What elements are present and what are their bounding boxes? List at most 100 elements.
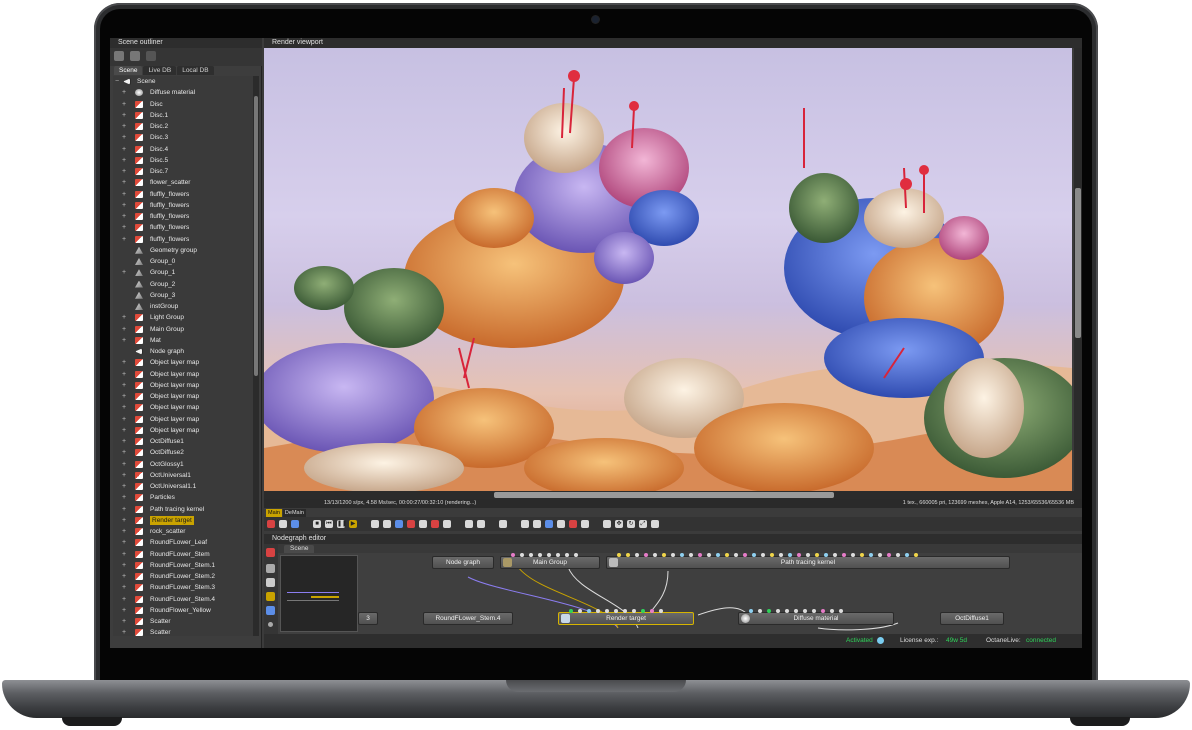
node-node-graph[interactable]: Node graph [432, 556, 494, 569]
expand-icon[interactable]: + [122, 492, 130, 503]
nodegraph-tab-scene[interactable]: Scene [284, 545, 315, 553]
copy-icon[interactable] [465, 520, 473, 528]
render-vertical-scroll-thumb[interactable] [1075, 188, 1081, 338]
expand-icon[interactable]: + [122, 481, 130, 492]
render-horizontal-scrollbar[interactable] [264, 491, 1082, 499]
render-priority-icon[interactable] [443, 520, 451, 528]
expand-icon[interactable]: + [122, 380, 130, 391]
tree-item[interactable]: + Disc [113, 99, 253, 110]
tree-item[interactable]: + OctDiffuse2 [113, 447, 253, 458]
expand-icon[interactable]: + [122, 627, 130, 636]
tree-item[interactable]: + Diffuse material [113, 87, 253, 98]
expand-icon[interactable]: + [122, 369, 130, 380]
camera-target-icon[interactable] [557, 520, 565, 528]
tree-item[interactable]: + Group_1 [113, 267, 253, 278]
tree-item[interactable]: + OctUniversal1.1 [113, 481, 253, 492]
expand-icon[interactable]: + [122, 357, 130, 368]
tree-item[interactable]: Node graph [113, 346, 253, 357]
nodegraph-minimap[interactable] [280, 555, 358, 632]
expand-icon[interactable]: + [122, 234, 130, 245]
tree-item[interactable]: + fluffly_flowers [113, 189, 253, 200]
expand-icon[interactable]: + [122, 537, 130, 548]
restart-icon[interactable]: ⏮ [325, 520, 333, 528]
expand-all-icon[interactable] [114, 51, 124, 61]
expand-icon[interactable]: + [122, 470, 130, 481]
expand-icon[interactable]: + [122, 414, 130, 425]
render-region-icon[interactable] [279, 520, 287, 528]
focus-picker-icon[interactable] [499, 520, 507, 528]
tree-item[interactable]: + RoundFLower_Stem.1 [113, 560, 253, 571]
node-diffuse-material[interactable]: Diffuse material [738, 609, 894, 625]
tree-item[interactable]: Geometry group [113, 245, 253, 256]
tree-item[interactable]: + Object layer map [113, 425, 253, 436]
lock-icon[interactable] [407, 520, 415, 528]
outliner-scroll-thumb[interactable] [254, 96, 258, 376]
expand-icon[interactable]: + [122, 110, 130, 121]
display-icon[interactable] [371, 520, 379, 528]
grid-icon[interactable] [266, 564, 275, 573]
tree-root-scene[interactable]: − Scene [113, 76, 253, 87]
tree-item[interactable]: + RoundFLower_Leaf [113, 537, 253, 548]
expand-icon[interactable]: + [122, 526, 130, 537]
collapse-all-icon[interactable] [130, 51, 140, 61]
tree-item[interactable]: Group_0 [113, 256, 253, 267]
collapse-icon[interactable]: − [115, 76, 123, 87]
tab-main[interactable]: Main [266, 509, 282, 517]
expand-icon[interactable]: + [122, 447, 130, 458]
move-icon[interactable]: ✥ [615, 520, 623, 528]
save-image-icon[interactable] [477, 520, 485, 528]
node-path-tracing-kernel[interactable]: Path tracing kernel [606, 553, 1010, 569]
outliner-scrollbar[interactable] [253, 76, 259, 636]
tree-item[interactable]: instGroup [113, 301, 253, 312]
expand-icon[interactable]: + [122, 504, 130, 515]
expand-icon[interactable]: + [122, 144, 130, 155]
expand-icon[interactable]: + [122, 402, 130, 413]
node-main-group[interactable]: Main Group [500, 553, 600, 569]
tree-item[interactable]: + Object layer map [113, 369, 253, 380]
tree-item[interactable]: + Disc.3 [113, 132, 253, 143]
expand-icon[interactable]: + [122, 87, 130, 98]
node-octdiffuse1[interactable]: OctDiffuse1 [940, 612, 1004, 625]
expand-icon[interactable]: + [122, 121, 130, 132]
render-pass-icon[interactable] [569, 520, 577, 528]
layout-icon[interactable] [266, 578, 275, 587]
render-vertical-scrollbar[interactable] [1074, 48, 1082, 491]
tab-scene[interactable]: Scene [114, 66, 143, 75]
expand-icon[interactable]: + [122, 391, 130, 402]
tree-item[interactable]: + Object layer map [113, 357, 253, 368]
minimap-toggle-icon[interactable] [266, 592, 275, 601]
tree-item[interactable]: + Path tracing kernel [113, 504, 253, 515]
expand-icon[interactable]: + [122, 571, 130, 582]
expand-icon[interactable]: + [122, 177, 130, 188]
tree-item[interactable]: Group_2 [113, 279, 253, 290]
tree-item[interactable]: + OctGlossy1 [113, 459, 253, 470]
expand-icon[interactable]: + [122, 560, 130, 571]
viewport-resolution-icon[interactable] [431, 520, 439, 528]
expand-icon[interactable]: + [122, 166, 130, 177]
expand-icon[interactable]: + [122, 211, 130, 222]
node-roundflower-stem-4[interactable]: RoundFLower_Stem.4 [423, 612, 513, 625]
tree-item[interactable]: + Light Group [113, 312, 253, 323]
expand-icon[interactable]: + [122, 616, 130, 627]
expand-icon[interactable]: + [122, 267, 130, 278]
decal-icon[interactable] [419, 520, 427, 528]
expand-icon[interactable]: + [122, 155, 130, 166]
rotate-icon[interactable]: ↻ [627, 520, 635, 528]
expand-icon[interactable]: + [122, 312, 130, 323]
stop-icon[interactable]: ■ [313, 520, 321, 528]
tree-item[interactable]: + OctDiffuse1 [113, 436, 253, 447]
material-picker-icon[interactable] [533, 520, 541, 528]
expand-icon[interactable]: + [122, 200, 130, 211]
tree-item[interactable]: + Disc.1 [113, 110, 253, 121]
expand-icon[interactable]: + [122, 335, 130, 346]
play-icon[interactable]: ▶ [349, 520, 357, 528]
white-balance-icon[interactable] [521, 520, 529, 528]
tree-item[interactable]: + Disc.5 [113, 155, 253, 166]
pause-icon[interactable]: ❚❚ [337, 520, 347, 528]
tree-item[interactable]: + OctUniversal1 [113, 470, 253, 481]
expand-icon[interactable]: + [122, 582, 130, 593]
tree-item[interactable]: + Object layer map [113, 414, 253, 425]
nodegraph-canvas[interactable]: Node graph Main Group Path tracing kerne… [278, 553, 1082, 634]
subsample-icon[interactable] [395, 520, 403, 528]
tree-item[interactable]: + Disc.4 [113, 144, 253, 155]
